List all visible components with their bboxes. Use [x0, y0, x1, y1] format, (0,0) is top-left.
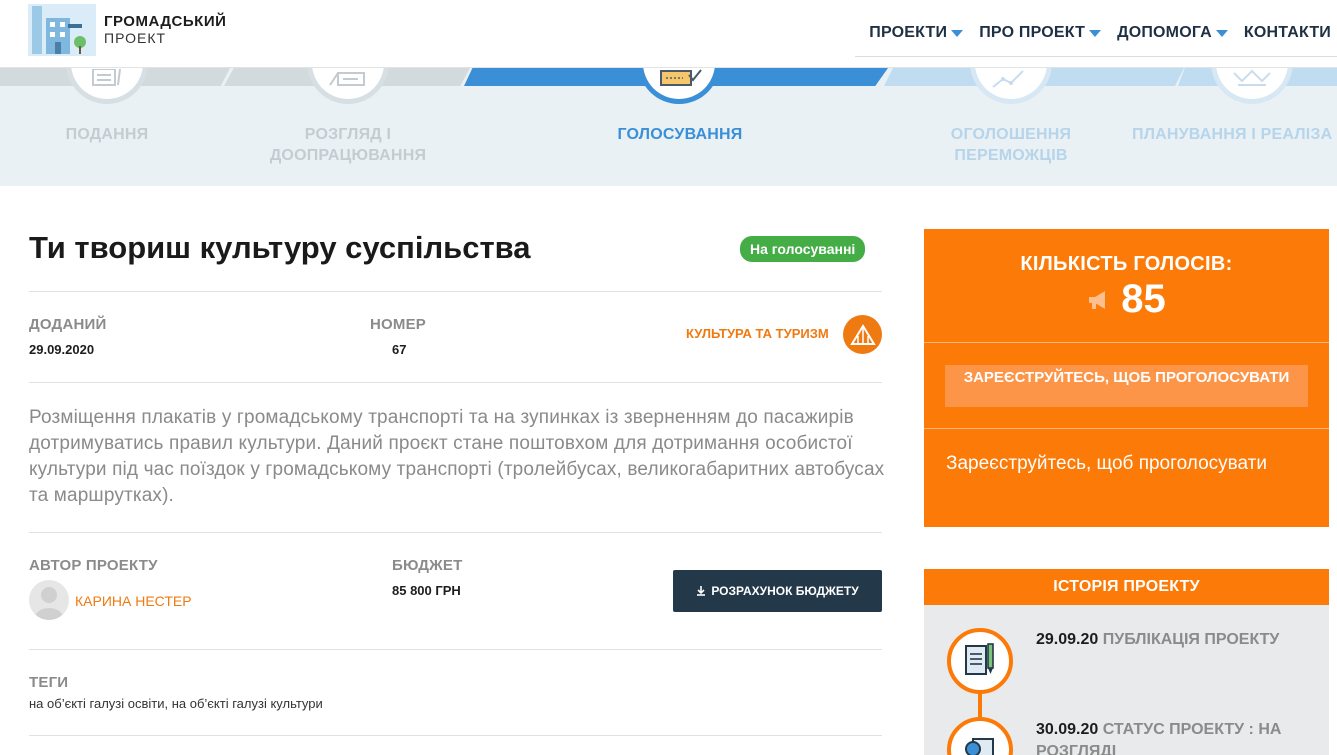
- history-item-icon: [947, 717, 1013, 755]
- stage-winners[interactable]: [970, 68, 1052, 104]
- stage-voting[interactable]: [638, 68, 720, 104]
- history-event: ПУБЛІКАЦІЯ ПРОЕКТУ: [1102, 631, 1280, 648]
- caret-down-icon: [1089, 29, 1102, 37]
- register-hint: Зареєструйтесь, щоб проголосувати: [946, 453, 1267, 474]
- votes-title: КІЛЬКІСТЬ ГОЛОСІВ:: [1020, 253, 1233, 275]
- logo-building-icon: [28, 4, 96, 56]
- divider: [29, 382, 882, 383]
- nav-item-label: ДОПОМОГА: [1117, 24, 1212, 41]
- budget-button-label: РОЗРАХУНОК БЮДЖЕТУ: [711, 584, 859, 598]
- stage-label-review: РОЗГЛЯД І ДООПРАЦЮВАННЯ: [269, 126, 427, 164]
- history-item: 29.09.20 ПУБЛІКАЦІЯ ПРОЕКТУ: [1036, 629, 1316, 651]
- added-date: 29.09.2020: [29, 342, 95, 357]
- tags-list: на об’єкті галузі освіти, на об’єкті гал…: [29, 696, 323, 711]
- stage-label-voting: ГОЛОСУВАННЯ: [617, 126, 743, 143]
- divider: [29, 532, 882, 533]
- download-icon: [697, 586, 706, 596]
- avatar: [29, 580, 69, 620]
- budget-label: БЮДЖЕТ: [392, 557, 463, 574]
- ballot-icon: [660, 69, 702, 86]
- stage-label-winners: ОГОЛОШЕННЯ ПЕРЕМОЖЦІВ: [950, 126, 1072, 164]
- added-label: ДОДАНИЙ: [29, 316, 107, 333]
- budget-value: 85 800 ГРН: [392, 583, 461, 598]
- logo-title: ГРОМАДСЬКИЙ: [104, 13, 227, 30]
- history-item-icon: [947, 628, 1013, 694]
- history-item: 30.09.20 СТАТУС ПРОЕКТУ : НА РОЗГЛЯДІ: [1036, 719, 1316, 755]
- nav-item-label: КОНТАКТИ: [1243, 24, 1331, 41]
- crown-icon: [1233, 69, 1271, 86]
- history-timeline: 29.09.20 ПУБЛІКАЦІЯ ПРОЕКТУ 30.09.20 СТА…: [924, 605, 1329, 755]
- stage-planning[interactable]: [1211, 68, 1293, 104]
- project-description: Розміщення плакатів у громадському транс…: [29, 407, 885, 506]
- history-date: 30.09.20: [1036, 721, 1099, 738]
- tent-icon[interactable]: [843, 315, 882, 354]
- register-to-vote-button[interactable]: ЗАРЕЄСТРУЙТЕСЬ, ЩОБ ПРОГОЛОСУВАТИ: [945, 365, 1308, 407]
- stage-submission[interactable]: [66, 68, 148, 104]
- nav-item-help[interactable]: ДОПОМОГА: [1117, 24, 1228, 42]
- stage-progress-bar: ПОДАННЯ РОЗГЛЯД І ДООПРАЦЮВАННЯ ГОЛОСУВА…: [0, 68, 1337, 186]
- stage-label-submission: ПОДАННЯ: [65, 126, 149, 143]
- review-icon: [329, 72, 365, 86]
- status-badge: На голосуванні: [740, 236, 866, 262]
- graph-icon: [992, 70, 1024, 88]
- main-nav: ПРОЕКТИ ПРО ПРОЕКТ ДОПОМОГА КОНТАКТИ: [853, 24, 1331, 42]
- document-pen-icon: [965, 643, 994, 675]
- nav-item-label: ПРО ПРОЕКТ: [979, 24, 1086, 41]
- nav-item-projects[interactable]: ПРОЕКТИ: [869, 24, 964, 42]
- divider: [29, 291, 882, 292]
- category-link[interactable]: КУЛЬТУРА ТА ТУРИЗМ: [686, 326, 829, 341]
- history-title: ІСТОРІЯ ПРОЕКТУ: [924, 569, 1329, 605]
- number-label: НОМЕР: [370, 316, 427, 333]
- divider: [29, 735, 882, 736]
- votes-count: 85: [1121, 277, 1166, 321]
- author-name-link[interactable]: КАРИНА НЕСТЕР: [75, 593, 192, 609]
- nav-divider: [855, 56, 1337, 57]
- megaphone-icon: [1089, 290, 1106, 309]
- nav-item-about[interactable]: ПРО ПРОЕКТ: [979, 24, 1102, 42]
- tags-label: ТЕГИ: [29, 674, 69, 691]
- project-title: Ти твориш культуру суспільства: [29, 230, 531, 265]
- logo-subtitle: ПРОЕКТ: [104, 30, 167, 46]
- divider: [924, 342, 1329, 343]
- review-document-icon: [965, 738, 994, 755]
- divider: [924, 428, 1329, 429]
- site-logo[interactable]: ГРОМАДСЬКИЙ ПРОЕКТ: [28, 4, 226, 56]
- stage-label-planning: ПЛАНУВАННЯ І РЕАЛІЗА: [1132, 126, 1333, 143]
- caret-down-icon: [951, 29, 964, 37]
- nav-item-contacts[interactable]: КОНТАКТИ: [1244, 24, 1331, 42]
- document-pen-icon: [92, 69, 121, 86]
- stage-review[interactable]: [307, 68, 389, 104]
- project-number: 67: [392, 342, 407, 357]
- author-label: АВТОР ПРОЕКТУ: [29, 557, 158, 574]
- nav-item-label: ПРОЕКТИ: [869, 24, 948, 41]
- history-date: 29.09.20: [1036, 631, 1099, 648]
- budget-calculation-button[interactable]: РОЗРАХУНОК БЮДЖЕТУ: [673, 570, 882, 612]
- caret-down-icon: [1215, 29, 1228, 37]
- divider: [29, 649, 882, 650]
- site-header: ГРОМАДСЬКИЙ ПРОЕКТ ПРОЕКТИ ПРО ПРОЕКТ ДО…: [0, 0, 1337, 68]
- votes-panel: КІЛЬКІСТЬ ГОЛОСІВ: 85 ЗАРЕЄСТРУЙТЕСЬ, ЩО…: [924, 229, 1329, 527]
